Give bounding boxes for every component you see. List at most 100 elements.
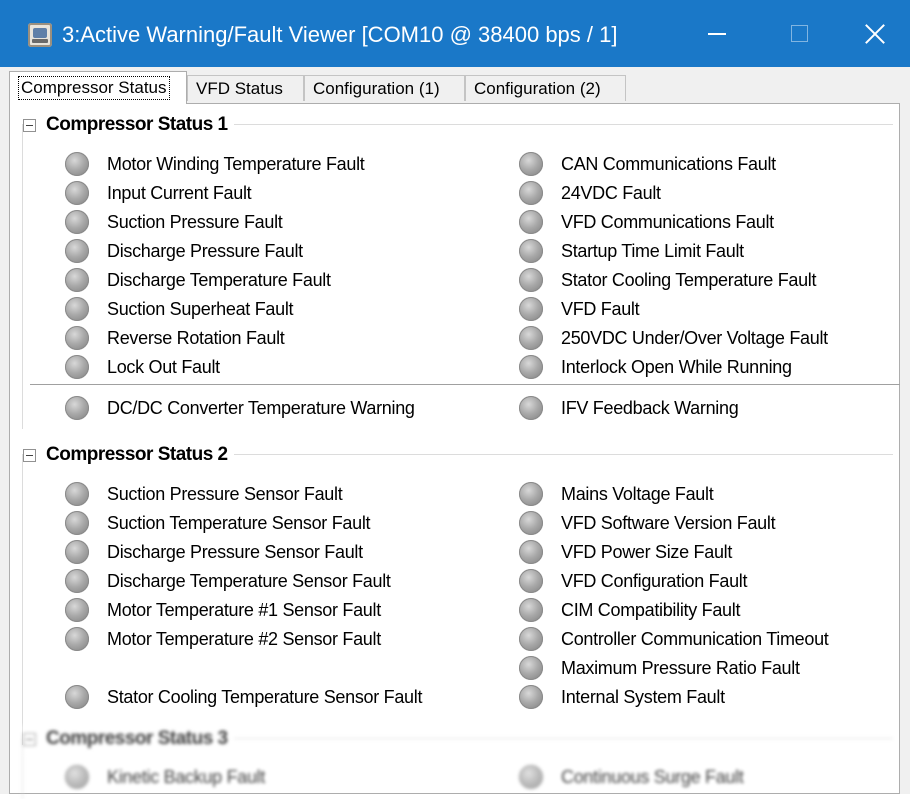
tab-label: Compressor Status xyxy=(18,76,170,100)
tab-vfd-status[interactable]: VFD Status xyxy=(187,75,304,101)
fault-label: Discharge Temperature Sensor Fault xyxy=(107,570,391,591)
fault-label: Kinetic Backup Fault xyxy=(107,766,266,787)
led-indicator xyxy=(519,598,543,622)
fault-item: Motor Winding Temperature Fault xyxy=(65,151,365,177)
fault-label: Controller Communication Timeout xyxy=(561,628,829,649)
fault-label: VFD Software Version Fault xyxy=(561,512,776,533)
fault-item: Maximum Pressure Ratio Fault xyxy=(519,655,800,681)
led-indicator xyxy=(519,181,543,205)
led-indicator xyxy=(519,239,543,263)
fault-label: Suction Pressure Fault xyxy=(107,211,283,232)
fault-item: VFD Communications Fault xyxy=(519,209,774,235)
led-indicator xyxy=(519,482,543,506)
led-indicator xyxy=(65,181,89,205)
fault-item: Discharge Temperature Fault xyxy=(65,267,331,293)
led-indicator xyxy=(519,210,543,234)
fault-label: Stator Cooling Temperature Sensor Fault xyxy=(107,686,423,707)
group-header: Compressor Status 3 xyxy=(23,725,234,753)
group-header: Compressor Status 2 xyxy=(23,441,234,469)
fault-item: Lock Out Fault xyxy=(65,354,220,380)
maximize-button xyxy=(758,0,840,67)
tab-compressor-status[interactable]: Compressor Status xyxy=(9,71,187,104)
fault-label: Discharge Pressure Sensor Fault xyxy=(107,541,363,562)
fault-item: Controller Communication Timeout xyxy=(519,626,829,652)
fault-item: Startup Time Limit Fault xyxy=(519,238,744,264)
led-indicator xyxy=(65,268,89,292)
fault-item: Input Current Fault xyxy=(65,180,252,206)
fault-item: Suction Temperature Sensor Fault xyxy=(65,510,371,536)
led-indicator xyxy=(519,152,543,176)
fault-label: VFD Configuration Fault xyxy=(561,570,748,591)
fault-label: Input Current Fault xyxy=(107,182,252,203)
fault-item: Discharge Temperature Sensor Fault xyxy=(65,568,391,594)
minimize-button[interactable] xyxy=(676,0,758,67)
title-bar[interactable]: 3:Active Warning/Fault Viewer [COM10 @ 3… xyxy=(0,0,910,67)
led-indicator xyxy=(519,540,543,564)
led-indicator xyxy=(65,540,89,564)
fault-item: Mains Voltage Fault xyxy=(519,481,714,507)
tab-label: VFD Status xyxy=(196,79,283,98)
led-indicator xyxy=(519,297,543,321)
led-indicator xyxy=(65,326,89,350)
tab-configuration-2[interactable]: Configuration (2) xyxy=(465,75,626,101)
fault-label: Discharge Pressure Fault xyxy=(107,240,303,261)
fault-item: Internal System Fault xyxy=(519,684,725,710)
collapse-icon[interactable] xyxy=(23,732,36,746)
fault-item: VFD Power Size Fault xyxy=(519,539,732,565)
group-title: Compressor Status 2 xyxy=(46,444,228,465)
fault-label: Motor Temperature #1 Sensor Fault xyxy=(107,599,381,620)
tab-configuration-1[interactable]: Configuration (1) xyxy=(304,75,465,101)
fault-item: VFD Fault xyxy=(519,296,640,322)
group-header: Compressor Status 1 xyxy=(23,111,234,139)
fault-label: Stator Cooling Temperature Fault xyxy=(561,269,817,290)
led-indicator xyxy=(65,685,89,709)
fault-label: Interlock Open While Running xyxy=(561,356,792,377)
fault-item: Suction Pressure Fault xyxy=(65,209,283,235)
collapse-icon[interactable] xyxy=(23,448,36,462)
warning-label: DC/DC Converter Temperature Warning xyxy=(107,397,415,418)
fault-item: Stator Cooling Temperature Fault xyxy=(519,267,817,293)
collapse-icon[interactable] xyxy=(23,118,36,132)
fault-item: 24VDC Fault xyxy=(519,180,661,206)
fault-item: Reverse Rotation Fault xyxy=(65,325,285,351)
led-indicator xyxy=(65,210,89,234)
tab-panel: Compressor Status 1 Motor Winding Temper… xyxy=(9,103,900,799)
fault-item: Stator Cooling Temperature Sensor Fault xyxy=(65,684,422,710)
led-indicator xyxy=(519,685,543,709)
fault-label: Internal System Fault xyxy=(561,686,725,707)
led-indicator xyxy=(519,268,543,292)
led-indicator xyxy=(519,355,543,379)
close-button[interactable] xyxy=(840,0,910,67)
fault-item: 250VDC Under/Over Voltage Fault xyxy=(519,325,828,351)
led-indicator xyxy=(65,152,89,176)
led-indicator xyxy=(65,396,89,420)
fault-item: VFD Software Version Fault xyxy=(519,510,776,536)
led-indicator xyxy=(65,511,89,535)
led-indicator xyxy=(65,297,89,321)
fault-label: VFD Power Size Fault xyxy=(561,541,733,562)
app-icon xyxy=(28,23,52,47)
led-indicator xyxy=(65,765,89,789)
fault-item: Discharge Pressure Fault xyxy=(65,238,303,264)
fault-label: Motor Winding Temperature Fault xyxy=(107,153,365,174)
fault-label: CAN Communications Fault xyxy=(561,153,776,174)
fault-item: Discharge Pressure Sensor Fault xyxy=(65,539,363,565)
fault-label: CIM Compatibility Fault xyxy=(561,599,741,620)
fault-label: Startup Time Limit Fault xyxy=(561,240,744,261)
led-indicator xyxy=(65,627,89,651)
fault-label: Maximum Pressure Ratio Fault xyxy=(561,657,800,678)
fault-item: Motor Temperature #2 Sensor Fault xyxy=(65,626,381,652)
group-title: Compressor Status 3 xyxy=(46,728,228,749)
warning-label: IFV Feedback Warning xyxy=(561,397,739,418)
fault-label: Reverse Rotation Fault xyxy=(107,327,285,348)
fault-label: VFD Communications Fault xyxy=(561,211,774,232)
fault-item: CIM Compatibility Fault xyxy=(519,597,740,623)
fault-label: VFD Fault xyxy=(561,298,640,319)
led-indicator xyxy=(65,598,89,622)
fault-label: Lock Out Fault xyxy=(107,356,220,377)
group-separator xyxy=(30,384,900,385)
led-indicator xyxy=(519,569,543,593)
fault-label: 24VDC Fault xyxy=(561,182,661,203)
led-indicator xyxy=(519,326,543,350)
fault-label: Discharge Temperature Fault xyxy=(107,269,331,290)
